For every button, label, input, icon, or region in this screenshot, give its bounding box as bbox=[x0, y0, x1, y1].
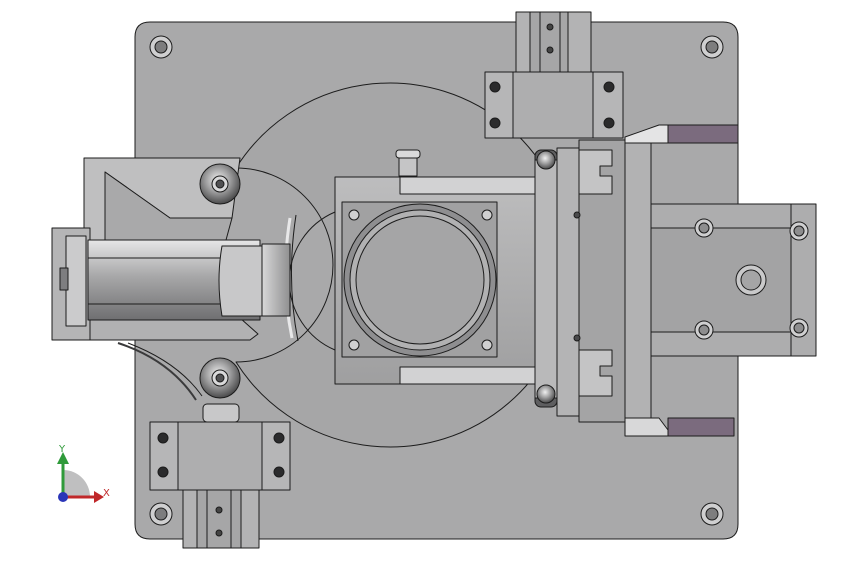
coordinate-triad: Y X bbox=[57, 444, 110, 503]
mount-hole-bottom-right bbox=[700, 502, 724, 526]
rail-strip-bottom bbox=[667, 417, 735, 437]
piston-rod bbox=[261, 243, 291, 317]
mount-hole-top-left bbox=[149, 35, 173, 59]
lower-bracket bbox=[83, 317, 259, 341]
x-axis-label: X bbox=[103, 488, 110, 499]
rail-strip-top bbox=[667, 124, 739, 144]
cylinder-rod-end bbox=[218, 245, 263, 317]
mount-hole-top-right bbox=[700, 35, 724, 59]
guide-plate-right bbox=[624, 142, 652, 419]
z-axis-dot bbox=[58, 492, 68, 502]
cam-bearing-top bbox=[199, 163, 241, 205]
cad-viewport[interactable]: Y X bbox=[0, 0, 867, 562]
slide-mount-inner bbox=[650, 227, 792, 333]
housing-right-wall bbox=[534, 159, 558, 399]
y-axis-label: Y bbox=[58, 444, 66, 455]
cam-bearing-bottom bbox=[199, 357, 241, 399]
guide-plate-left bbox=[556, 147, 580, 417]
central-housing bbox=[334, 149, 558, 399]
mount-hole-bottom-left bbox=[149, 502, 173, 526]
spindle-bore-inner bbox=[355, 215, 485, 345]
triad-quadrant bbox=[63, 470, 90, 497]
